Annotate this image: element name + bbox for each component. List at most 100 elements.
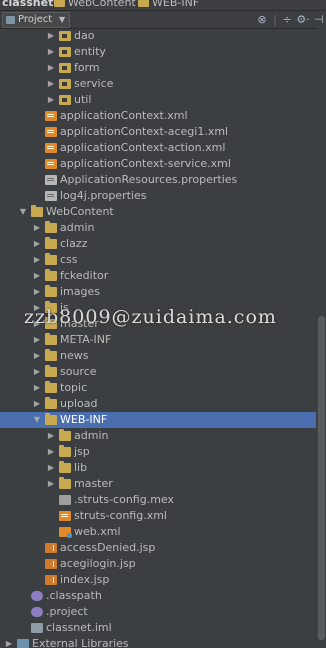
tree-item[interactable]: ▼ WEB-INF xyxy=(0,412,316,428)
project-toolwindow-header: Project ▼ ⊗ | ÷ ⚙· ⊣ xyxy=(0,11,326,29)
expand-arrow-icon[interactable]: ▶ xyxy=(46,60,56,76)
tree-item[interactable]: ▶ META-INF xyxy=(0,332,316,348)
tree-item[interactable]: .classpath xyxy=(0,588,316,604)
jsp-file-icon xyxy=(45,575,57,585)
tree-item-label: applicationContext.xml xyxy=(60,109,188,122)
tree-item[interactable]: index.jsp xyxy=(0,572,316,588)
expand-arrow-icon[interactable]: ▶ xyxy=(46,460,56,476)
tree-item[interactable]: ▶ service xyxy=(0,76,316,92)
tree-item[interactable]: ▶ admin xyxy=(0,220,316,236)
tree-item[interactable]: applicationContext-service.xml xyxy=(0,156,316,172)
tree-item-label: topic xyxy=(60,381,88,394)
expand-arrow-icon[interactable]: ▶ xyxy=(46,92,56,108)
tree-item[interactable]: ▶ news xyxy=(0,348,316,364)
sync-icon[interactable]: ⊗ xyxy=(256,12,268,27)
expand-arrow-icon[interactable]: ▶ xyxy=(46,44,56,60)
web-folder-icon xyxy=(31,205,43,217)
tree-item[interactable]: ▶ upload xyxy=(0,396,316,412)
expand-arrow-icon[interactable]: ▶ xyxy=(46,444,56,460)
tree-item-label: applicationContext-acegi1.xml xyxy=(60,125,229,138)
tree-item[interactable]: ▶ form xyxy=(0,60,316,76)
tree-item[interactable]: classnet.iml xyxy=(0,620,316,636)
config-file-icon xyxy=(31,591,43,601)
tree-item[interactable]: .struts-config.mex xyxy=(0,492,316,508)
tree-item-label: struts-config.xml xyxy=(74,509,167,522)
expand-arrow-icon[interactable]: ▶ xyxy=(4,636,14,648)
folder-icon xyxy=(45,349,57,361)
tree-item[interactable]: ▶ fckeditor xyxy=(0,268,316,284)
expand-arrow-icon[interactable]: ▶ xyxy=(46,476,56,492)
hide-icon[interactable]: ⊣ xyxy=(313,12,325,27)
tree-item[interactable]: ▶ External Libraries xyxy=(0,636,316,648)
expand-arrow-icon[interactable]: ▶ xyxy=(32,220,42,236)
tree-item-label: log4j.properties xyxy=(60,189,147,202)
breadcrumb-web-inf[interactable]: WEB-INF xyxy=(152,0,199,9)
tree-item[interactable]: accessDenied.jsp xyxy=(0,540,316,556)
expand-arrow-icon[interactable]: ▶ xyxy=(32,236,42,252)
expand-arrow-icon[interactable]: ▶ xyxy=(32,380,42,396)
mex-file-icon xyxy=(59,495,71,505)
tree-item[interactable]: log4j.properties xyxy=(0,188,316,204)
tree-item[interactable]: ▶ util xyxy=(0,92,316,108)
folder-icon xyxy=(45,221,57,233)
project-view-selector[interactable]: Project ▼ xyxy=(2,12,70,28)
collapse-icon[interactable]: ÷ xyxy=(281,12,293,27)
chevron-down-icon: ▼ xyxy=(59,15,66,24)
tree-item[interactable]: ▶ lib xyxy=(0,460,316,476)
tree-item[interactable]: ▶ entity xyxy=(0,44,316,60)
scrollbar-thumb[interactable] xyxy=(318,316,325,640)
folder-icon xyxy=(45,253,57,265)
watermark-text: zzb8009@zuidaima.com xyxy=(24,306,277,328)
expand-arrow-icon[interactable]: ▶ xyxy=(32,348,42,364)
tree-item[interactable]: ▶ css xyxy=(0,252,316,268)
folder-icon xyxy=(45,381,57,393)
tree-item[interactable]: ▶ clazz xyxy=(0,236,316,252)
project-icon xyxy=(6,16,15,24)
toolbar-divider: | xyxy=(273,13,277,26)
tree-item-label: accessDenied.jsp xyxy=(60,541,156,554)
collapse-arrow-icon[interactable]: ▼ xyxy=(18,204,28,220)
tree-item[interactable]: ▶ source xyxy=(0,364,316,380)
expand-arrow-icon[interactable]: ▶ xyxy=(32,268,42,284)
tree-item-label: ApplicationResources.properties xyxy=(60,173,238,186)
tree-item[interactable]: ▶ dao xyxy=(0,28,316,44)
tree-item[interactable]: ▶ topic xyxy=(0,380,316,396)
tree-item[interactable]: ▶ images xyxy=(0,284,316,300)
expand-arrow-icon[interactable]: ▶ xyxy=(46,76,56,92)
tree-item[interactable]: .project xyxy=(0,604,316,620)
tree-item-label: upload xyxy=(60,397,98,410)
navigation-breadcrumb: classnet WebContent WEB-INF xyxy=(0,0,326,11)
expand-arrow-icon[interactable]: ▶ xyxy=(32,252,42,268)
tree-item[interactable]: ApplicationResources.properties xyxy=(0,172,316,188)
tree-item-label: service xyxy=(74,77,114,90)
tree-item-label: applicationContext-action.xml xyxy=(60,141,226,154)
config-file-icon xyxy=(31,607,43,617)
expand-arrow-icon[interactable]: ▶ xyxy=(32,332,42,348)
iml-file-icon xyxy=(31,623,43,633)
tree-item[interactable]: acegilogin.jsp xyxy=(0,556,316,572)
expand-arrow-icon[interactable]: ▶ xyxy=(32,364,42,380)
tree-item[interactable]: web.xml xyxy=(0,524,316,540)
collapse-arrow-icon[interactable]: ▼ xyxy=(32,412,42,428)
tree-item[interactable]: applicationContext-acegi1.xml xyxy=(0,124,316,140)
folder-icon xyxy=(45,365,57,377)
project-tree[interactable]: ▶ dao ▶ entity ▶ form ▶ service ▶ util application… xyxy=(0,28,316,648)
settings-icon[interactable]: ⚙· xyxy=(294,12,312,27)
expand-arrow-icon[interactable]: ▶ xyxy=(32,396,42,412)
expand-arrow-icon[interactable]: ▶ xyxy=(46,428,56,444)
tree-item[interactable]: applicationContext-action.xml xyxy=(0,140,316,156)
expand-arrow-icon[interactable]: ▶ xyxy=(32,284,42,300)
expand-arrow-icon[interactable]: ▶ xyxy=(46,28,56,44)
xml-file-icon xyxy=(45,159,57,169)
breadcrumb-project[interactable]: classnet xyxy=(2,0,53,9)
tree-item[interactable]: struts-config.xml xyxy=(0,508,316,524)
tree-item-label: entity xyxy=(74,45,106,58)
tree-item[interactable]: applicationContext.xml xyxy=(0,108,316,124)
xml-file-icon xyxy=(45,143,57,153)
tree-item[interactable]: ▼ WebContent xyxy=(0,204,316,220)
breadcrumb-webcontent[interactable]: WebContent xyxy=(68,0,136,9)
tree-item[interactable]: ▶ jsp xyxy=(0,444,316,460)
tree-item[interactable]: ▶ admin xyxy=(0,428,316,444)
tree-item[interactable]: ▶ master xyxy=(0,476,316,492)
package-icon xyxy=(59,47,71,57)
